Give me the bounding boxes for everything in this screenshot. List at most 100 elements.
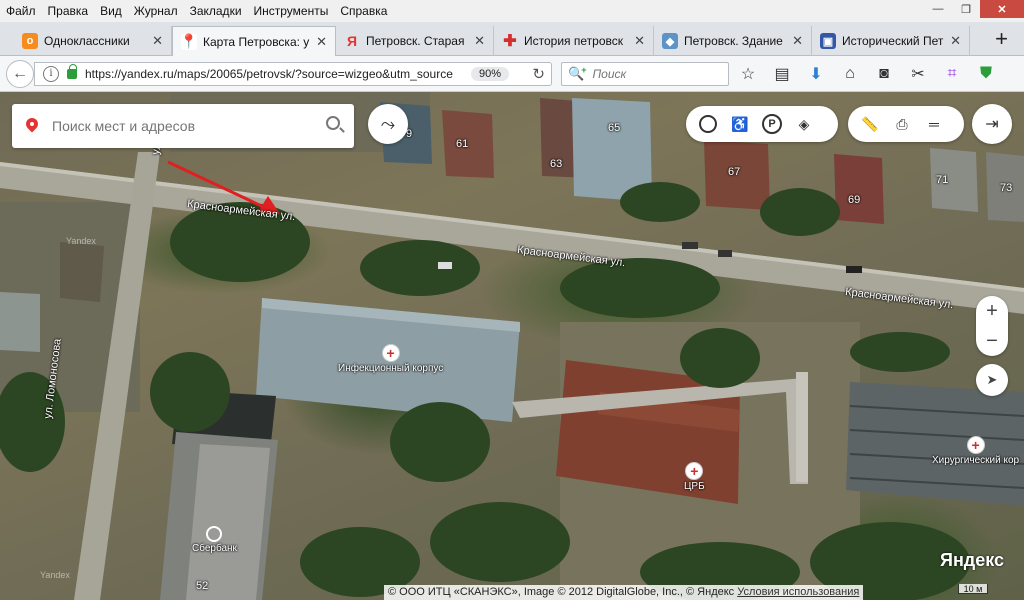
- add-search-engine-icon: +: [581, 65, 587, 75]
- tab-petrovsk-old[interactable]: Я Петровск. Старая ✕: [336, 26, 494, 56]
- zoom-in-button[interactable]: +: [976, 296, 1008, 326]
- menu-tools[interactable]: Инструменты: [248, 0, 335, 22]
- tab-close-icon[interactable]: ✕: [152, 33, 163, 49]
- parking-button[interactable]: P: [756, 108, 788, 140]
- maximize-icon[interactable]: ❐: [952, 0, 980, 18]
- browser-search-input[interactable]: [592, 67, 723, 81]
- red-cross-icon: ✚: [503, 33, 517, 50]
- screenshot-icon[interactable]: ✂: [906, 62, 930, 86]
- building-roof: [0, 292, 40, 352]
- ruler-button[interactable]: 📏: [854, 108, 886, 140]
- login-button[interactable]: ⇥: [972, 104, 1012, 144]
- poi-infection-building[interactable]: + Инфекционный корпус: [338, 344, 443, 374]
- new-tab-button[interactable]: +: [995, 28, 1008, 50]
- layers-icon: ◈: [798, 115, 810, 132]
- house-number-label: 69: [848, 194, 861, 206]
- house-number-label: 71: [936, 174, 949, 186]
- layers-button[interactable]: ◈: [788, 108, 820, 140]
- tab-label: Карта Петровска: у: [203, 34, 310, 49]
- panorama-button[interactable]: ♿: [724, 108, 756, 140]
- car: [718, 250, 732, 257]
- car: [438, 262, 452, 269]
- terms-link[interactable]: Условия использования: [737, 586, 859, 598]
- back-button[interactable]: ←: [6, 60, 34, 88]
- url-text[interactable]: https://yandex.ru/maps/20065/petrovsk/?s…: [85, 67, 459, 81]
- map-search-box[interactable]: [12, 104, 354, 148]
- house-number-label: 63: [550, 158, 563, 170]
- pocket-icon[interactable]: ◙: [872, 62, 896, 86]
- extension-icon[interactable]: ⌗: [940, 62, 964, 86]
- menu-history[interactable]: Журнал: [128, 0, 184, 22]
- menu-help[interactable]: Справка: [334, 0, 393, 22]
- tab-close-icon[interactable]: ✕: [474, 33, 485, 49]
- print-icon: ⎙: [896, 115, 908, 132]
- my-location-button[interactable]: ➤: [976, 364, 1008, 396]
- print-button[interactable]: ⎙: [886, 108, 918, 140]
- zoom-out-button[interactable]: −: [976, 326, 1008, 356]
- tab-historical-petrovsk[interactable]: ▣ Исторический Пет ✕: [812, 26, 970, 56]
- map-search-input[interactable]: [52, 118, 312, 134]
- more-button[interactable]: ═: [918, 108, 950, 140]
- search-icon[interactable]: [326, 116, 340, 130]
- traffic-icon: [699, 115, 717, 133]
- building-roof: [186, 444, 270, 600]
- poi-label: Сбербанк: [192, 543, 237, 554]
- hamburger-menu-icon[interactable]: ≡: [1020, 62, 1024, 86]
- ruler-icon: 📏: [861, 115, 879, 132]
- house-number-label: 52: [196, 580, 209, 592]
- house-number-label: 73: [1000, 182, 1013, 194]
- login-icon: ⇥: [985, 116, 999, 133]
- tab-close-icon[interactable]: ✕: [634, 33, 645, 49]
- menu-file[interactable]: Файл: [0, 0, 42, 22]
- reading-list-icon[interactable]: ▤: [770, 62, 794, 86]
- yard-road: [796, 372, 808, 482]
- poi-surgery-building[interactable]: + Хирургический кор: [932, 436, 1019, 466]
- bookmark-star-icon[interactable]: ☆: [736, 62, 760, 86]
- car: [682, 242, 698, 249]
- minimize-icon[interactable]: —: [924, 0, 952, 18]
- poi-label: ЦРБ: [684, 481, 705, 492]
- tab-yandex-maps[interactable]: 📍 Карта Петровска: у ✕: [172, 26, 336, 56]
- menu-bookmarks[interactable]: Закладки: [184, 0, 248, 22]
- hospital-icon: +: [966, 436, 985, 454]
- hospital-icon: +: [685, 462, 704, 480]
- tab-label: Петровск. Старая: [366, 34, 465, 48]
- yandex-icon: Я: [346, 33, 358, 49]
- odnoklassniki-icon: о: [22, 33, 38, 49]
- tab-odnoklassniki[interactable]: о Одноклассники ✕: [14, 26, 172, 56]
- toolbar-icons: ☆ ▤ ⬇ ⌂ ◙ ✂ ⌗ ⛊ ≡: [736, 62, 1024, 86]
- browser-search-box[interactable]: 🔍 +: [561, 62, 729, 86]
- home-icon[interactable]: ⌂: [838, 62, 862, 86]
- tab-petrovsk-building[interactable]: ◆ Петровск. Здание ✕: [654, 26, 812, 56]
- close-window-icon[interactable]: ✕: [980, 0, 1024, 18]
- map-tools-toolbar: 📏 ⎙ ═: [848, 106, 964, 142]
- downloads-icon[interactable]: ⬇: [804, 62, 828, 86]
- tab-close-icon[interactable]: ✕: [792, 33, 803, 49]
- tab-close-icon[interactable]: ✕: [316, 34, 327, 50]
- reload-icon[interactable]: ↻: [532, 65, 545, 83]
- shield-icon[interactable]: ⛊: [974, 62, 998, 86]
- yandex-wordmark[interactable]: Яндекс: [940, 550, 1004, 571]
- poi-crb[interactable]: + ЦРБ: [684, 462, 705, 492]
- poi-label: Хирургический кор: [932, 455, 1020, 466]
- bank-icon: [206, 526, 223, 542]
- tab-close-icon[interactable]: ✕: [950, 33, 961, 49]
- copyright-bar: © ООО ИТЦ «СКАНЭКС», Image © 2012 Digita…: [384, 585, 864, 600]
- poi-sberbank[interactable]: Сбербанк: [192, 526, 237, 554]
- tab-history-petrovsk[interactable]: ✚ История петровск ✕: [494, 26, 654, 56]
- house-number-label: 61: [456, 138, 469, 150]
- menu-edit[interactable]: Правка: [42, 0, 95, 22]
- navigation-bar: ← i https://yandex.ru/maps/20065/petrovs…: [0, 56, 1024, 92]
- tab-label: Петровск. Здание: [684, 34, 783, 48]
- site-info-icon[interactable]: i: [43, 66, 59, 82]
- map-canvas[interactable]: 9 61 63 65 67 69 71 73 52 Красноармейска…: [0, 92, 1024, 600]
- url-bar[interactable]: i https://yandex.ru/maps/20065/petrovsk/…: [34, 62, 552, 86]
- route-icon: ⤳: [380, 113, 396, 134]
- map-watermark: Yandex: [40, 570, 70, 580]
- car: [846, 266, 862, 273]
- zoom-indicator[interactable]: 90%: [471, 67, 510, 81]
- menu-view[interactable]: Вид: [94, 0, 128, 22]
- traffic-button[interactable]: [692, 108, 724, 140]
- house-number-label: 65: [608, 122, 621, 134]
- route-button[interactable]: ⤳: [368, 104, 408, 144]
